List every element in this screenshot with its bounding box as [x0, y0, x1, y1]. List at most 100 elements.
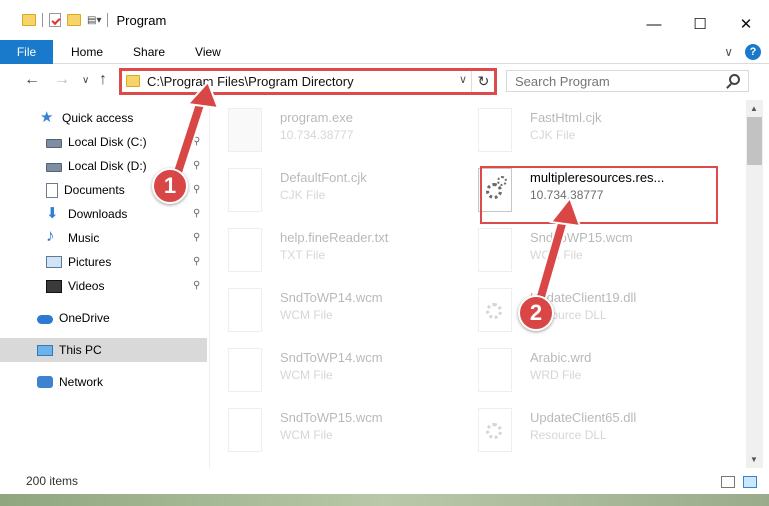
- address-bar[interactable]: C:\Program Files\Program Directory ∨ ↻: [120, 69, 496, 93]
- details-view-icon[interactable]: [721, 476, 735, 488]
- file-item[interactable]: SndToWP14.wcm WCM File: [214, 344, 459, 400]
- title-bar: ▤▾ Program — ☐ ✕: [0, 0, 769, 40]
- cloud-icon: [37, 315, 53, 324]
- search-box[interactable]: [506, 70, 749, 92]
- search-input[interactable]: [507, 73, 717, 89]
- address-path[interactable]: C:\Program Files\Program Directory: [147, 74, 354, 89]
- sidebar-item-this-pc[interactable]: This PC: [0, 338, 207, 362]
- file-item[interactable]: UpdateClient19.dll Resource DLL: [464, 284, 709, 340]
- sidebar-item-music[interactable]: Music: [0, 226, 207, 250]
- sidebar-item-videos[interactable]: Videos: [0, 274, 207, 298]
- file-detail: CJK File: [280, 188, 326, 202]
- address-dropdown-icon[interactable]: ∨: [459, 73, 467, 86]
- forward-icon[interactable]: →: [54, 71, 70, 89]
- large-icons-view-icon[interactable]: [743, 476, 757, 488]
- sidebar-item-pictures[interactable]: Pictures: [0, 250, 207, 274]
- refresh-icon[interactable]: ↻: [471, 70, 495, 92]
- scroll-up-icon[interactable]: ▲: [750, 104, 758, 113]
- file-name: UpdateClient19.dll: [530, 290, 637, 305]
- callout-1: 1: [152, 168, 188, 204]
- item-count: 200 items: [26, 474, 79, 488]
- file-name: SndToWP14.wcm: [280, 350, 383, 365]
- recent-locations-icon[interactable]: ∨: [82, 75, 89, 86]
- properties-icon[interactable]: [49, 13, 61, 27]
- status-bar: 200 items: [0, 468, 769, 494]
- pin-icon[interactable]: [193, 184, 201, 194]
- file-name: SndToWP15.wcm: [280, 410, 383, 425]
- file-detail: Resource DLL: [530, 428, 607, 442]
- scroll-thumb[interactable]: [747, 117, 762, 165]
- pin-icon[interactable]: [193, 232, 201, 242]
- file-detail: WCM File: [280, 428, 333, 442]
- help-icon[interactable]: ?: [745, 44, 761, 60]
- pin-icon[interactable]: [193, 136, 201, 146]
- file-detail: CJK File: [530, 128, 576, 142]
- separator: [107, 13, 109, 27]
- file-icon: [228, 408, 262, 452]
- file-detail: WRD File: [530, 368, 582, 382]
- sidebar-item-label: Videos: [68, 279, 105, 293]
- search-icon[interactable]: [729, 74, 740, 85]
- vertical-scrollbar[interactable]: ▲ ▼: [746, 100, 763, 468]
- file-highlight-box: [480, 166, 718, 224]
- gear-icon: [486, 303, 502, 319]
- sidebar-item-network[interactable]: Network: [0, 370, 207, 394]
- separator: [42, 13, 43, 27]
- file-icon: [478, 228, 512, 272]
- expand-ribbon-icon[interactable]: ∨: [724, 45, 733, 59]
- sidebar-item-quick-access[interactable]: Quick access: [0, 106, 207, 130]
- file-item[interactable]: FastHtml.cjk CJK File: [464, 104, 709, 160]
- videos-icon: [46, 279, 62, 293]
- file-icon: [228, 348, 262, 392]
- pictures-icon: [46, 256, 62, 268]
- sidebar-item-label: This PC: [59, 343, 102, 357]
- pin-icon[interactable]: [193, 160, 201, 170]
- ribbon: File Home Share View ∨ ?: [0, 39, 769, 64]
- file-item[interactable]: Arabic.wrd WRD File: [464, 344, 709, 400]
- back-icon[interactable]: ←: [24, 71, 40, 89]
- tab-home[interactable]: Home: [53, 45, 118, 59]
- up-icon[interactable]: ↑: [99, 71, 107, 89]
- file-detail: TXT File: [280, 248, 326, 262]
- desktop-strip: [0, 494, 769, 506]
- file-name: DefaultFont.cjk: [280, 170, 367, 185]
- file-icon: [228, 168, 262, 212]
- file-item[interactable]: program.exe 10.734.38777: [214, 104, 459, 160]
- pin-icon[interactable]: [193, 280, 201, 290]
- sidebar-item-onedrive[interactable]: OneDrive: [0, 306, 207, 330]
- callout-2: 2: [518, 295, 554, 331]
- folder-icon: [126, 75, 140, 87]
- file-item[interactable]: UpdateClient65.dll Resource DLL: [464, 404, 709, 460]
- computer-icon: [37, 344, 53, 356]
- file-item[interactable]: SndToWP15.wcm WCM File: [464, 224, 709, 280]
- file-item[interactable]: SndToWP15.wcm WCM File: [214, 404, 459, 460]
- tab-file[interactable]: File: [0, 39, 53, 64]
- file-item[interactable]: help.fineReader.txt TXT File: [214, 224, 459, 280]
- settings-file-icon: [478, 288, 512, 332]
- new-folder-icon[interactable]: [67, 14, 81, 26]
- file-detail: 10.734.38777: [280, 128, 354, 142]
- file-item[interactable]: DefaultFont.cjk CJK File: [214, 164, 459, 220]
- star-icon: [40, 108, 56, 126]
- sidebar-item-label: Downloads: [68, 207, 128, 221]
- sidebar-item-downloads[interactable]: Downloads: [0, 202, 207, 226]
- folder-icon[interactable]: [22, 14, 36, 26]
- tab-share[interactable]: Share: [118, 45, 180, 59]
- scroll-down-icon[interactable]: ▼: [750, 455, 758, 464]
- sidebar-item-label: Network: [59, 375, 104, 389]
- documents-icon: [46, 182, 58, 198]
- file-name: program.exe: [280, 110, 353, 125]
- file-item[interactable]: SndToWP14.wcm WCM File: [214, 284, 459, 340]
- file-name: help.fineReader.txt: [280, 230, 389, 245]
- file-list: program.exe 10.734.38777 FastHtml.cjk CJ…: [214, 100, 746, 468]
- tab-view[interactable]: View: [180, 45, 236, 59]
- navigation-bar: ← → ∨ ↑ C:\Program Files\Program Directo…: [0, 65, 769, 99]
- customize-toolbar-icon[interactable]: ▤▾: [87, 15, 101, 26]
- pin-icon[interactable]: [193, 208, 201, 218]
- pin-icon[interactable]: [193, 256, 201, 266]
- window-controls: — ☐ ✕: [631, 0, 769, 40]
- file-name: UpdateClient65.dll: [530, 410, 637, 425]
- file-detail: WCM File: [280, 308, 333, 322]
- sidebar-item-local-disk-c[interactable]: Local Disk (C:): [0, 130, 207, 154]
- sidebar-item-label: OneDrive: [59, 311, 110, 325]
